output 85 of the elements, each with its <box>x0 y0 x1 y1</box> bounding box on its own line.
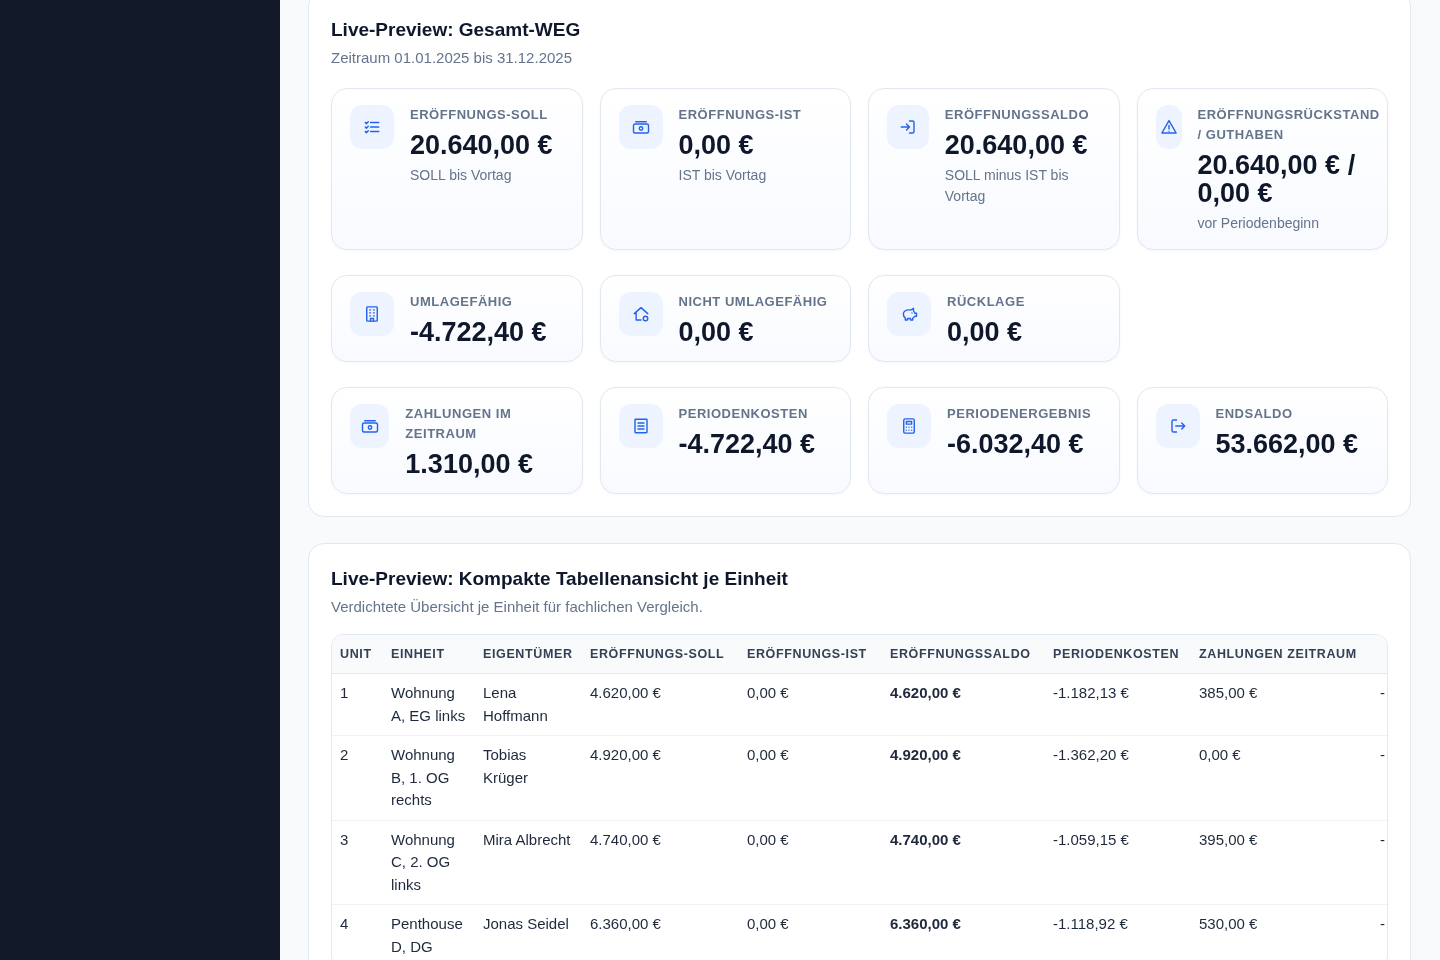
table-cell: - <box>1375 735 1387 820</box>
table-cell: -1.362,20 € <box>1045 735 1191 820</box>
stat-value: 1.310,00 € <box>405 450 534 478</box>
table-cell: 0,00 € <box>739 820 882 905</box>
calculator-icon <box>887 404 931 448</box>
column-header: EINHEIT <box>383 635 475 674</box>
table-cell: 0,00 € <box>739 735 882 820</box>
table-cell: 0,00 € <box>739 904 882 960</box>
table-cell: 4.620,00 € <box>882 673 1045 736</box>
table-cell: 4.620,00 € <box>582 673 739 736</box>
table-cell: 2 <box>332 735 383 820</box>
house-icon <box>618 292 663 336</box>
list-check-icon <box>350 105 394 149</box>
table-cell: 395,00 € <box>1191 820 1375 905</box>
panel-subtitle: Verdichtete Übersicht je Einheit für fachlichen Vergleich. <box>331 597 704 617</box>
stat-note: vor Periodenbeginn <box>1197 214 1320 233</box>
table-cell: 385,00 € <box>1191 673 1375 736</box>
stat-label: UMLAGEFÄHIG <box>410 293 514 311</box>
column-header: PERIODENKOSTEN <box>1045 635 1191 674</box>
table-cell: 6.360,00 € <box>882 904 1045 960</box>
table-cell: 4.740,00 € <box>882 820 1045 905</box>
stat-value: 0,00 € <box>678 131 755 159</box>
table-cell: -1.118,92 € <box>1045 904 1191 960</box>
column-header: ERÖFFNUNGSSALDO <box>882 635 1045 674</box>
stat-label: ENDSALDO <box>1215 405 1294 423</box>
table-cell: Mira Albrecht <box>475 820 582 905</box>
document-lines-icon <box>618 404 663 448</box>
table-cell: - <box>1375 820 1387 905</box>
stat-value: -4.722,40 € <box>410 318 548 346</box>
stat-label: PERIODENERGEBNIS <box>947 405 1093 423</box>
column-header: UNIT <box>332 635 383 674</box>
panel-subtitle: Zeitraum 01.01.2025 bis 31.12.2025 <box>331 48 573 68</box>
stat-value: 0,00 € <box>947 318 1024 346</box>
column-header: ZAHLUNGEN ZEITRAUM <box>1191 635 1375 674</box>
stat-label: ZAHLUNGEN IM ZEITRAUM <box>405 405 513 443</box>
column-header: ERÖFFNUNGS-SOLL <box>582 635 739 674</box>
arrow-out-icon <box>1155 404 1200 448</box>
stat-value: 53.662,00 € <box>1215 430 1360 458</box>
building-icon <box>350 292 394 336</box>
banknote-icon <box>350 404 390 448</box>
table-cell: 6.360,00 € <box>582 904 739 960</box>
table-cell: 4.920,00 € <box>582 735 739 820</box>
banknote-icon <box>618 105 663 149</box>
stat-value: 20.640,00 € <box>944 131 1089 159</box>
table-cell: Jonas Seidel <box>475 904 582 960</box>
warning-icon <box>1155 105 1182 149</box>
table-cell: - <box>1375 904 1387 960</box>
table-cell: 0,00 € <box>739 673 882 736</box>
stat-note: IST bis Vortag <box>678 166 768 185</box>
table-cell: 1 <box>332 673 383 736</box>
stat-note: SOLL bis Vortag <box>410 166 513 185</box>
stat-label: PERIODENKOSTEN <box>678 405 809 423</box>
piggy-bank-icon <box>887 292 931 336</box>
panel-title: Live-Preview: Kompakte Tabellenansicht je Einheit <box>331 567 789 591</box>
table-cell: Penthouse D, DG <box>383 904 475 960</box>
stat-label: ERÖFFNUNGS-IST <box>678 106 803 124</box>
stat-label: RÜCKLAGE <box>947 293 1026 311</box>
table-cell: Wohnung A, EG links <box>383 673 475 736</box>
table-cell: 4 <box>332 904 383 960</box>
panel-title: Live-Preview: Gesamt-WEG <box>331 18 582 42</box>
table-cell: 4.920,00 € <box>882 735 1045 820</box>
stat-value: -6.032,40 € <box>947 430 1085 458</box>
stat-label: ERÖFFNUNGS-SOLL <box>410 106 549 124</box>
table-cell: 530,00 € <box>1191 904 1375 960</box>
table-cell: -1.182,13 € <box>1045 673 1191 736</box>
stat-value: -4.722,40 € <box>678 430 817 458</box>
table-cell: 4.740,00 € <box>582 820 739 905</box>
table-cell: Tobias Krüger <box>475 735 582 820</box>
table-cell: - <box>1375 673 1387 736</box>
column-header: EIGENTÜMER <box>475 635 582 674</box>
table-cell: -1.059,15 € <box>1045 820 1191 905</box>
stat-value: 20.640,00 € / 0,00 € <box>1197 151 1357 207</box>
stat-value: 0,00 € <box>678 318 755 346</box>
stat-label: ERÖFFNUNGSRÜCKSTAND / GUTHABEN <box>1197 106 1380 144</box>
table-cell: 3 <box>332 820 383 905</box>
stat-label: ERÖFFNUNGSSALDO <box>944 106 1091 124</box>
arrow-in-icon <box>887 105 929 149</box>
stat-label: NICHT UMLAGEFÄHIG <box>678 293 829 311</box>
table-cell: Wohnung B, 1. OG rechts <box>383 735 475 820</box>
table-cell: Lena Hoffmann <box>475 673 582 736</box>
table-cell: Wohnung C, 2. OG links <box>383 820 475 905</box>
column-header: ERÖFFNUNGS-IST <box>739 635 882 674</box>
stat-value: 20.640,00 € <box>410 131 554 159</box>
table-cell: 0,00 € <box>1191 735 1375 820</box>
stat-note: SOLL minus IST bis Vortag <box>944 166 1070 206</box>
